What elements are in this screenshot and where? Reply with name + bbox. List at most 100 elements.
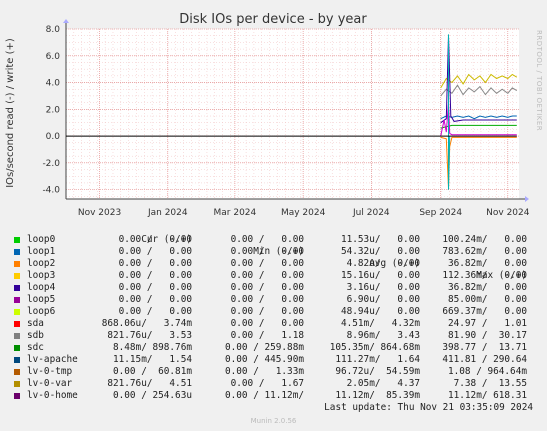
legend-name: loop5 xyxy=(27,294,56,305)
legend-row: loop4 0.00 / 0.00 0.00 / 0.00 3.16u/ 0.00 36… xyxy=(0,282,547,294)
legend-swatch xyxy=(14,357,20,363)
legend-min-value: 0.00 / 259.88m xyxy=(224,342,304,353)
legend-row: sdb 821.76u/ 3.53 0.00 / 1.18 8.96m/ 3.43 81… xyxy=(0,330,547,342)
legend-min-value: 0.00 / 445.90m xyxy=(224,354,304,365)
legend-cur-value: 0.00 / 60.81m xyxy=(112,366,192,377)
legend-avg-value: 111.27m/ 1.64 xyxy=(335,354,420,365)
legend-max-value: 11.12m/ 618.31 xyxy=(447,390,527,401)
y-axis-label: IOs/second read (-) / write (+) xyxy=(5,38,16,188)
x-axis-arrow xyxy=(525,196,529,202)
legend-max-value: 85.00m/ 0.00 xyxy=(447,294,527,305)
y-axis-arrow xyxy=(63,19,69,23)
legend-avg-value: 11.53u/ 0.00 xyxy=(340,234,420,245)
legend-max-value: 36.82m/ 0.00 xyxy=(447,258,527,269)
legend-max-value: 7.38 / 13.55 xyxy=(453,378,527,389)
y-tick-label: 4.0 xyxy=(46,79,61,89)
legend-max-value: 36.82m/ 0.00 xyxy=(447,282,527,293)
legend-min-value: 0.00 / 0.00 xyxy=(230,258,304,269)
legend-name: sdb xyxy=(27,330,44,341)
x-tick-label: Jan 2024 xyxy=(147,208,188,218)
legend-cur-value: 0.00 / 0.00 xyxy=(118,282,192,293)
legend-row: loop1 0.00 / 0.00 0.00 / 0.00 54.32u/ 0.00 7… xyxy=(0,246,547,258)
legend-row: lv-0-var 821.76u/ 4.51 0.00 / 1.67 2.05m/ 4… xyxy=(0,378,547,390)
legend-avg-value: 54.32u/ 0.00 xyxy=(340,246,420,257)
legend-max-value: 81.90 / 30.17 xyxy=(447,330,527,341)
x-tick-label: Nov 2024 xyxy=(486,208,530,218)
chart-title: Disk IOs per device - by year xyxy=(179,12,367,27)
legend-swatch xyxy=(14,345,20,351)
legend-name: loop0 xyxy=(27,234,56,245)
legend-min-value: 0.00 / 0.00 xyxy=(230,294,304,305)
legend-swatch xyxy=(14,261,20,267)
x-tick-label: Mar 2024 xyxy=(214,208,257,218)
legend-cur-value: 0.00 / 254.63u xyxy=(112,390,192,401)
legend-row: loop3 0.00 / 0.00 0.00 / 0.00 15.16u/ 0.00 1… xyxy=(0,270,547,282)
disk-io-chart: Disk IOs per device - by year IOs/second… xyxy=(5,12,543,218)
legend-max-value: 100.24m/ 0.00 xyxy=(442,234,527,245)
legend-header: Cur (-/+) Min (-/+) Avg (-/+) Max (-/+) xyxy=(0,222,547,281)
rrdtool-credit: RRDTOOL / TOBI OETIKER xyxy=(535,30,543,131)
legend-max-value: 669.37m/ 0.00 xyxy=(442,306,527,317)
legend-name: loop1 xyxy=(27,246,56,257)
legend-avg-value: 4.82u/ 0.00 xyxy=(346,258,420,269)
legend-avg-value: 6.90u/ 0.00 xyxy=(346,294,420,305)
legend-avg-value: 3.16u/ 0.00 xyxy=(346,282,420,293)
legend-avg-value: 105.35m/ 864.68m xyxy=(329,342,420,353)
legend-swatch xyxy=(14,369,20,375)
legend-swatch xyxy=(14,273,20,279)
legend-row: loop0 0.00 / 0.00 0.00 / 0.00 11.53u/ 0.00 1… xyxy=(0,234,547,246)
legend-cur-value: 0.00 / 0.00 xyxy=(118,270,192,281)
legend-name: sdc xyxy=(27,342,44,353)
y-tick-label: 6.0 xyxy=(46,52,61,62)
x-tick-label: Sep 2024 xyxy=(419,208,462,218)
legend-swatch xyxy=(14,237,20,243)
legend-max-value: 1.08 / 964.64m xyxy=(447,366,527,377)
y-tick-label: -4.0 xyxy=(42,186,60,196)
x-tick-label: Jul 2024 xyxy=(352,208,390,218)
legend-row: lv-apache 11.15m/ 1.54 0.00 / 445.90m 111.2… xyxy=(0,354,547,366)
legend-min-value: 0.00 / 0.00 xyxy=(230,282,304,293)
legend-row: sdc 8.48m/ 898.76m 0.00 / 259.88m 105.35m/ … xyxy=(0,342,547,354)
legend-row: lv-0-home 0.00 / 254.63u 0.00 / 11.12m/11.… xyxy=(0,390,547,402)
legend-swatch xyxy=(14,393,20,399)
legend-avg-value: 48.94u/ 0.00 xyxy=(340,306,420,317)
y-tick-label: 8.0 xyxy=(46,25,61,35)
legend-avg-value: 96.72u/ 54.59m xyxy=(335,366,420,377)
legend-row: loop6 0.00 / 0.00 0.00 / 0.00 48.94u/ 0.00 6… xyxy=(0,306,547,318)
legend-name: loop6 xyxy=(27,306,56,317)
legend-swatch xyxy=(14,333,20,339)
legend-max-value: 112.36m/ 0.00 xyxy=(442,270,527,281)
legend-max-value: 783.62m/ 0.00 xyxy=(442,246,527,257)
legend-name: lv-0-tmp xyxy=(27,366,73,377)
legend-min-value: 0.00 / 1.67 xyxy=(230,378,304,389)
legend-min-value: 0.00 / 1.18 xyxy=(230,330,304,341)
x-tick-label: May 2024 xyxy=(281,208,326,218)
legend-avg-value: 15.16u/ 0.00 xyxy=(340,270,420,281)
legend-min-value: 0.00 / 0.00 xyxy=(230,306,304,317)
legend-avg-value: 8.96m/ 3.43 xyxy=(346,330,420,341)
legend-cur-value: 0.00 / 0.00 xyxy=(118,294,192,305)
legend-cur-value: 8.48m/ 898.76m xyxy=(112,342,192,353)
legend-min-value: 0.00 / 0.00 xyxy=(230,234,304,245)
legend-swatch xyxy=(14,249,20,255)
legend-cur-value: 868.06u/ 3.74m xyxy=(101,318,192,329)
legend-min-value: 0.00 / 0.00 xyxy=(230,270,304,281)
legend-cur-value: 11.15m/ 1.54 xyxy=(112,354,192,365)
legend-avg-value: 2.05m/ 4.37 xyxy=(346,378,420,389)
legend-avg-value: 11.12m/ 85.39m xyxy=(335,390,420,401)
last-update: Last update: Thu Nov 21 03:35:09 2024 xyxy=(324,402,533,413)
legend-name: sda xyxy=(27,318,44,329)
y-tick-label: -2.0 xyxy=(42,159,60,169)
legend-name: lv-apache xyxy=(27,354,78,365)
legend-name: lv-0-home xyxy=(27,390,78,401)
legend-min-value: 0.00 / 1.33m xyxy=(224,366,304,377)
legend-name: loop4 xyxy=(27,282,56,293)
legend-name: loop2 xyxy=(27,258,56,269)
legend-min-value: 0.00 / 11.12m/ xyxy=(224,390,304,401)
legend-min-value: 0.00 / 0.00 xyxy=(230,246,304,257)
x-tick-label: Nov 2023 xyxy=(78,208,121,218)
legend-cur-value: 0.00 / 0.00 xyxy=(118,306,192,317)
legend-row: sda 868.06u/ 3.74m 0.00 / 0.00 4.51m/ 4.32m… xyxy=(0,318,547,330)
legend-swatch xyxy=(14,285,20,291)
legend-name: loop3 xyxy=(27,270,56,281)
